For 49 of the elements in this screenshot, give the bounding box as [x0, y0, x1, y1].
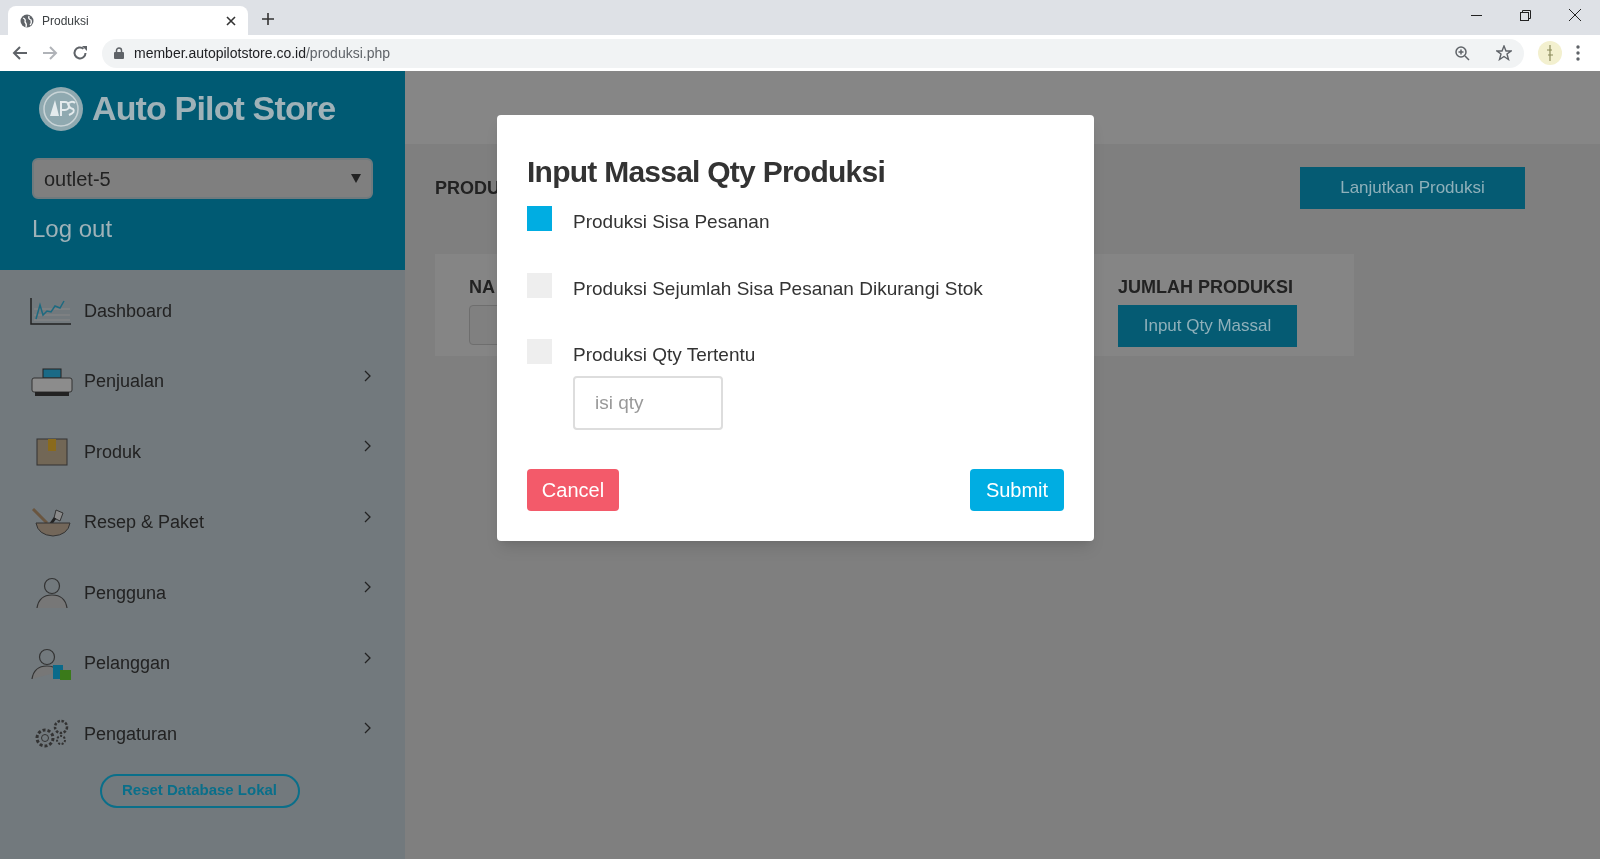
sidebar-item[interactable]: Pelanggan: [84, 650, 364, 678]
option-label: Produksi Sisa Pesanan: [573, 210, 770, 234]
logout-link[interactable]: Log out: [32, 211, 373, 247]
new-tab-icon[interactable]: [262, 13, 274, 25]
column-label: JUMLAH PRODUKSI: [1118, 276, 1294, 299]
lock-icon: [114, 47, 124, 59]
chevron-icon[interactable]: [364, 722, 371, 735]
cash-register-icon: [30, 365, 74, 398]
option-label: Produksi Qty Tertentu: [573, 343, 756, 367]
sidebar-item[interactable]: Pengaturan: [84, 720, 364, 748]
mortar-icon: [30, 506, 74, 539]
sidebar-item[interactable]: Penjualan: [84, 368, 364, 396]
submit-button[interactable]: Submit: [970, 469, 1064, 511]
sidebar-item[interactable]: Dashboard: [84, 297, 371, 325]
chevron-icon[interactable]: [364, 369, 371, 382]
sidebar-item[interactable]: Resep & Paket: [84, 509, 364, 537]
globe-icon: [20, 13, 34, 28]
modal-title: Input Massal Qty Produksi: [527, 154, 886, 190]
star-icon[interactable]: [1496, 45, 1512, 61]
chevron-icon[interactable]: [364, 651, 371, 664]
column-label: NA: [469, 276, 496, 299]
continue-production-button[interactable]: Lanjutkan Produksi: [1300, 167, 1525, 209]
input-qty-mass-button[interactable]: Input Qty Massal: [1118, 305, 1297, 347]
close-icon[interactable]: [1569, 9, 1581, 21]
zoom-icon[interactable]: [1455, 45, 1470, 61]
logo-icon: [38, 85, 84, 132]
restore-icon[interactable]: [1520, 9, 1531, 21]
outlet-select[interactable]: outlet-5: [32, 158, 373, 199]
sidebar-item[interactable]: Pengguna: [84, 579, 364, 607]
chevron-icon[interactable]: [364, 440, 371, 453]
tab-title: Produksi: [42, 12, 90, 30]
reload-icon[interactable]: [72, 45, 88, 61]
chevron-icon[interactable]: [364, 510, 371, 523]
url-text: member.autopilotstore.co.id/produksi.php: [134, 43, 392, 63]
back-icon[interactable]: [12, 45, 28, 61]
sidebar-item[interactable]: Produk: [84, 438, 364, 466]
close-icon[interactable]: [226, 15, 236, 26]
dropdown-icon: [351, 174, 361, 183]
qty-input-field[interactable]: isi qty: [573, 375, 723, 430]
cancel-button[interactable]: Cancel: [527, 469, 619, 511]
person-shopping-icon: [30, 647, 74, 680]
brand-name: Auto Pilot Store: [92, 88, 336, 129]
browser-tab[interactable]: Produksi: [8, 6, 248, 35]
checkbox[interactable]: [527, 206, 552, 231]
chevron-icon[interactable]: [364, 581, 371, 594]
chart-icon: [30, 295, 74, 328]
address-bar[interactable]: member.autopilotstore.co.id/produksi.php: [102, 38, 1524, 68]
menu-icon[interactable]: [1576, 45, 1580, 61]
option-label: Produksi Sejumlah Sisa Pesanan Dikurangi Stok: [573, 276, 983, 301]
